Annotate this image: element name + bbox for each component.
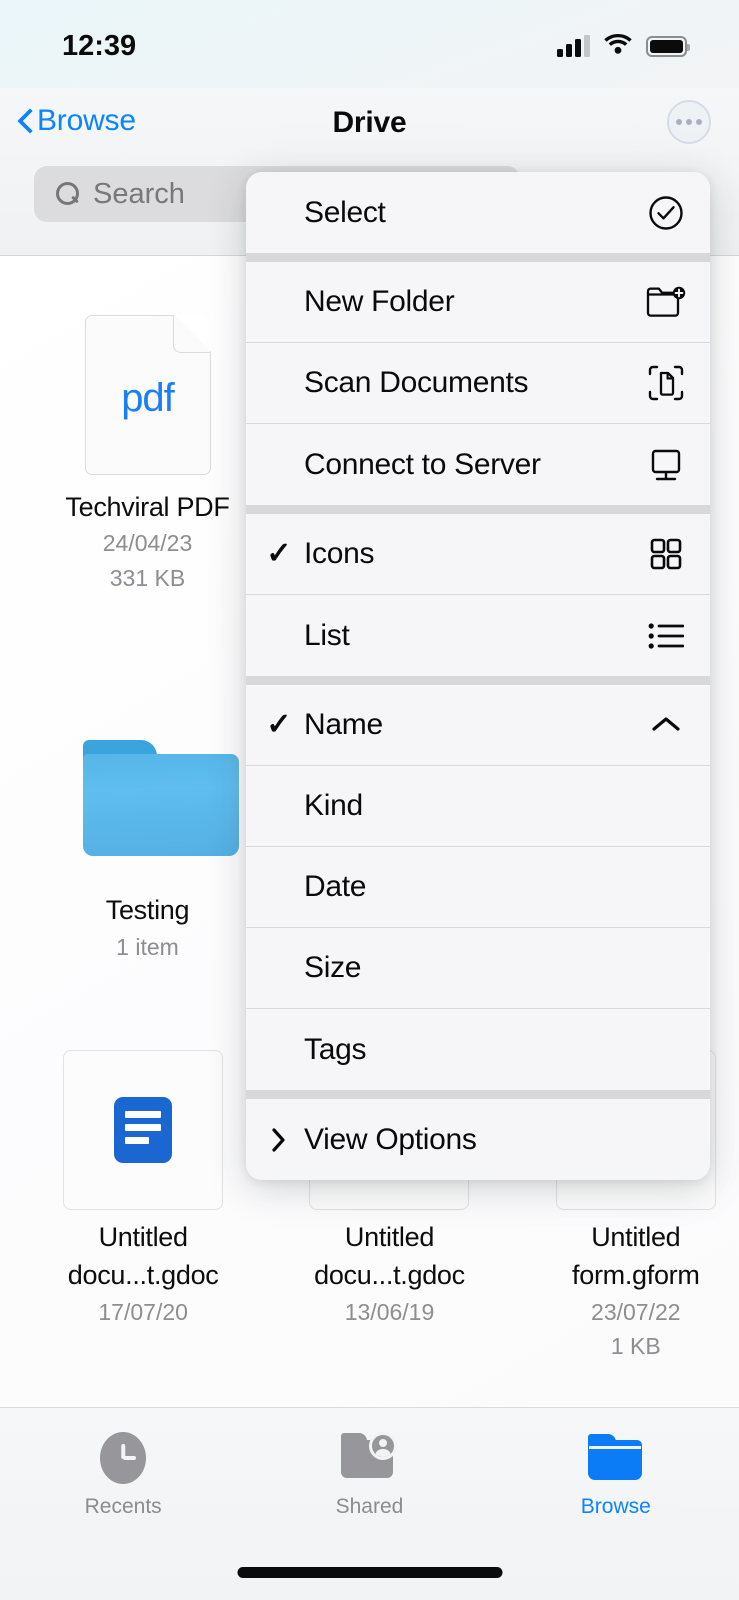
- tab-shared[interactable]: Shared: [246, 1430, 492, 1519]
- tab-label: Recents: [85, 1495, 162, 1519]
- menu-item-view-options[interactable]: View Options: [246, 1099, 710, 1180]
- menu-item-label: New Folder: [304, 285, 644, 319]
- list-bullet-icon: [644, 614, 688, 658]
- menu-item-label: Date: [304, 870, 644, 904]
- menu-item-label: Select: [304, 196, 644, 230]
- chevron-right-icon: [246, 1124, 304, 1155]
- search-icon: [54, 181, 80, 207]
- file-date: 23/07/22: [591, 1295, 681, 1330]
- tab-recents[interactable]: Recents: [0, 1430, 246, 1519]
- menu-icon-slot: [644, 1118, 688, 1162]
- menu-group-separator: [246, 1090, 710, 1099]
- chevron-up-icon: [644, 703, 688, 747]
- folder-body: [83, 754, 239, 856]
- ellipsis-dot: [696, 119, 702, 125]
- menu-item-label: Scan Documents: [304, 366, 644, 400]
- checkmark-circle-icon: [644, 191, 688, 235]
- menu-item-sort-size[interactable]: Size: [246, 928, 710, 1009]
- menu-item-sort-kind[interactable]: Kind: [246, 766, 710, 847]
- status-bar-time: 12:39: [62, 30, 136, 63]
- ellipsis-dot: [676, 119, 682, 125]
- context-menu: Select New Folder: [246, 172, 710, 1180]
- menu-item-label: Connect to Server: [304, 448, 644, 482]
- menu-icon-slot: [644, 1028, 688, 1072]
- menu-item-sort-tags[interactable]: Tags: [246, 1009, 710, 1090]
- folder-icon: [83, 740, 213, 856]
- grid-squares-icon: [644, 532, 688, 576]
- menu-item-sort-name[interactable]: ✓ Name: [246, 685, 710, 766]
- file-thumbnail: [63, 1050, 223, 1210]
- folder-icon: [588, 1430, 644, 1486]
- file-thumbnail: pdf: [83, 310, 213, 480]
- tab-list: Recents Shared: [0, 1408, 739, 1519]
- page-fold-corner: [173, 315, 211, 353]
- menu-item-label: Name: [304, 708, 644, 742]
- status-bar: 12:39: [0, 0, 739, 88]
- file-thumbnail: [83, 713, 213, 883]
- menu-item-label: Icons: [304, 537, 644, 571]
- file-item-count: 1 item: [116, 930, 179, 965]
- more-options-button[interactable]: [667, 100, 711, 144]
- google-docs-icon: [114, 1097, 172, 1163]
- file-size: 1 KB: [611, 1329, 661, 1364]
- tab-label: Shared: [336, 1495, 404, 1519]
- folder-plus-icon: [644, 280, 688, 324]
- pdf-label: pdf: [121, 376, 174, 421]
- page-title: Drive: [0, 106, 739, 140]
- tab-bar: Recents Shared: [0, 1407, 739, 1600]
- home-indicator: [237, 1567, 502, 1578]
- menu-item-label: List: [304, 619, 644, 653]
- signal-bars-icon: [557, 35, 590, 57]
- menu-item-list-view[interactable]: List: [246, 595, 710, 676]
- file-name: Untitled docu...t.gdoc: [287, 1218, 492, 1295]
- iphone-files-app-screen: 12:39 Browse Drive: [0, 0, 739, 1600]
- file-date: 24/04/23: [103, 526, 193, 561]
- pdf-file-icon: pdf: [85, 315, 211, 475]
- status-bar-indicators: [557, 32, 687, 60]
- menu-item-sort-date[interactable]: Date: [246, 847, 710, 928]
- ellipsis-dot: [686, 119, 692, 125]
- file-name: Untitled form.gform: [533, 1218, 738, 1295]
- menu-item-scan-documents[interactable]: Scan Documents: [246, 343, 710, 424]
- file-name: Untitled docu...t.gdoc: [41, 1218, 246, 1295]
- wifi-icon: [602, 32, 634, 60]
- file-date: 17/07/20: [98, 1295, 188, 1330]
- menu-icon-slot: [644, 865, 688, 909]
- tab-browse[interactable]: Browse: [493, 1430, 739, 1519]
- menu-item-label: View Options: [304, 1123, 644, 1157]
- menu-item-label: Kind: [304, 789, 644, 823]
- display-icon: [644, 443, 688, 487]
- battery-full-icon: [646, 36, 687, 57]
- file-name: Testing: [106, 891, 189, 929]
- menu-item-label: Tags: [304, 1033, 644, 1067]
- file-date: 13/06/19: [345, 1295, 435, 1330]
- search-placeholder: Search: [93, 178, 185, 211]
- menu-group-separator: [246, 253, 710, 262]
- menu-item-connect-to-server[interactable]: Connect to Server: [246, 424, 710, 505]
- menu-checkmark: ✓: [246, 539, 304, 569]
- menu-item-select[interactable]: Select: [246, 172, 710, 253]
- menu-icon-slot: [644, 946, 688, 990]
- menu-group-separator: [246, 505, 710, 514]
- menu-item-icons-view[interactable]: ✓ Icons: [246, 514, 710, 595]
- clock-icon: [100, 1430, 146, 1486]
- menu-checkmark: ✓: [246, 710, 304, 740]
- file-item-folder[interactable]: Testing 1 item: [40, 713, 255, 964]
- folder-person-icon: [341, 1430, 397, 1486]
- doc-viewfinder-icon: [644, 361, 688, 405]
- file-size: 331 KB: [110, 561, 185, 596]
- file-name: Techviral PDF: [65, 488, 229, 526]
- menu-item-new-folder[interactable]: New Folder: [246, 262, 710, 343]
- menu-icon-slot: [644, 784, 688, 828]
- menu-group-separator: [246, 676, 710, 685]
- menu-item-label: Size: [304, 951, 644, 985]
- tab-label: Browse: [581, 1495, 651, 1519]
- file-item-pdf[interactable]: pdf Techviral PDF 24/04/23 331 KB: [40, 310, 255, 595]
- file-item-gdoc-1[interactable]: Untitled docu...t.gdoc 17/07/20: [40, 1050, 246, 1364]
